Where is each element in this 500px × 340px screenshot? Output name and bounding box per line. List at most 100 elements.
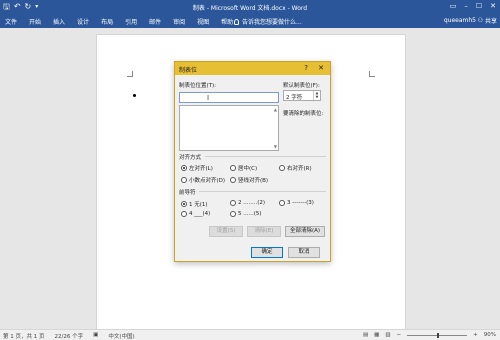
align-decimal-radio[interactable]: 小数点对齐(D) — [181, 176, 225, 184]
maximize-icon[interactable]: ☐ — [476, 2, 482, 11]
ribbon-tabs: 文件 开始 插入 设计 布局 引用 邮件 审阅 视图 帮助 — [5, 17, 245, 26]
ribbon-display-icon[interactable]: ▭ — [450, 2, 457, 11]
tab-review[interactable]: 审阅 — [173, 17, 185, 26]
default-tab-label: 默认制表位(F): — [283, 83, 320, 89]
leader-dots-label: 2 ........(2) — [238, 200, 266, 206]
radio-icon — [181, 211, 187, 217]
person-icon: ⚇ — [477, 17, 483, 24]
default-tab-value: 2 字符 — [286, 95, 303, 101]
ribbon-tab-bar: 文件 开始 插入 设计 布局 引用 邮件 审阅 视图 帮助 告诉我您想要做什么.… — [0, 14, 500, 28]
window-title: 制表 - Microsoft Word 文档.docx - Word — [192, 5, 308, 12]
leader-underline-label: 4 ___(4) — [189, 211, 211, 217]
title-bar: 🖫 ↶ ↻ ▾ 制表 - Microsoft Word 文档.docx - Wo… — [0, 0, 500, 14]
page-count[interactable]: 第 1 页，共 1 页 — [3, 332, 45, 340]
read-mode-icon[interactable]: ▤ — [363, 332, 368, 338]
tab-layout[interactable]: 布局 — [101, 17, 113, 26]
language-indicator[interactable]: 中文(中国) — [108, 332, 134, 340]
spinner-buttons[interactable]: ▲ ▼ — [313, 91, 320, 100]
tab-home[interactable]: 开始 — [29, 17, 41, 26]
tab-insert[interactable]: 插入 — [53, 17, 65, 26]
leader-group-label: 前导符 — [179, 190, 196, 196]
zoom-out-icon[interactable]: − — [397, 332, 402, 338]
proofing-icon[interactable]: ▣ — [93, 332, 98, 340]
minimize-icon[interactable]: – — [464, 2, 468, 11]
paragraph-bullet — [133, 94, 136, 97]
share-label: 共享 — [484, 18, 497, 25]
share-button[interactable]: ⚇ 共享 — [478, 16, 497, 25]
leader-dashes-label: 3 -------(3) — [287, 200, 314, 206]
tab-view[interactable]: 视图 — [197, 17, 209, 26]
radio-selected-icon — [181, 165, 187, 171]
scroll-down-icon[interactable]: ▼ — [274, 144, 277, 149]
align-left-radio[interactable]: 左对齐(L) — [181, 164, 213, 172]
word-count[interactable]: 22/26 个字 — [55, 332, 84, 340]
zoom-slider[interactable] — [407, 332, 468, 338]
to-clear-label: 要清除的制表位: — [283, 111, 324, 117]
align-bar-radio[interactable]: 竖线对齐(B) — [230, 176, 268, 184]
dialog-title: 制表位 — [179, 67, 198, 74]
text-cursor-icon: I — [207, 94, 210, 102]
print-layout-icon[interactable]: ▦ — [374, 332, 379, 338]
lightbulb-icon — [234, 18, 239, 25]
tab-position-label: 制表位位置(T): — [179, 83, 217, 89]
tell-me-text: 告诉我您想要做什么... — [242, 19, 302, 26]
window-controls: ▭ – ☐ ✕ — [450, 2, 496, 11]
radio-icon — [230, 211, 236, 217]
close-icon[interactable]: ✕ — [490, 2, 496, 11]
tab-help[interactable]: 帮助 — [221, 17, 233, 26]
status-right: ▤ ▦ ▥ − + 90% — [363, 332, 496, 338]
leader-none-label: 1 无(1) — [189, 202, 208, 208]
clear-all-button[interactable]: 全部清除(A) — [285, 226, 325, 237]
tab-mailings[interactable]: 邮件 — [149, 17, 161, 26]
leader-divider — [199, 191, 326, 192]
close-icon[interactable]: ✕ — [318, 64, 324, 72]
radio-icon — [230, 165, 236, 171]
radio-selected-icon — [181, 201, 187, 207]
align-right-radio[interactable]: 右对齐(R) — [279, 164, 312, 172]
status-left: 第 1 页，共 1 页 22/26 个字 ▣ 中文(中国) — [3, 332, 135, 340]
zoom-level[interactable]: 90% — [484, 332, 496, 338]
tabs-dialog: 制表位 ? ✕ 制表位位置(T): I ▲ ▼ 默认制表位(F): 2 字符 ▲… — [174, 61, 331, 262]
alignment-group-label: 对齐方式 — [179, 155, 202, 161]
ok-button[interactable]: 确定 — [251, 247, 283, 258]
zoom-slider-knob[interactable] — [437, 332, 440, 338]
zoom-in-icon[interactable]: + — [473, 332, 478, 338]
dialog-title-bar: 制表位 ? ✕ — [175, 62, 330, 75]
radio-icon — [279, 200, 285, 206]
tab-position-input[interactable]: I — [179, 92, 279, 103]
leader-dashes-radio[interactable]: 3 -------(3) — [279, 200, 314, 206]
radio-icon — [230, 200, 236, 206]
leader-dots-radio[interactable]: 2 ........(2) — [230, 200, 265, 206]
spin-down-icon[interactable]: ▼ — [314, 95, 320, 99]
align-center-radio[interactable]: 居中(C) — [230, 164, 257, 172]
radio-icon — [230, 177, 236, 183]
corner-mark-top-right — [369, 71, 375, 77]
radio-icon — [181, 177, 187, 183]
align-center-label: 居中(C) — [238, 166, 258, 172]
clear-button[interactable]: 清除(E) — [247, 226, 281, 237]
set-button[interactable]: 设置(S) — [209, 226, 243, 237]
leader-middle-dots-radio[interactable]: 5 ......(5) — [230, 211, 262, 217]
cancel-button[interactable]: 取消 — [288, 247, 320, 258]
tab-design[interactable]: 设计 — [77, 17, 89, 26]
leader-none-radio[interactable]: 1 无(1) — [181, 200, 208, 208]
align-left-label: 左对齐(L) — [189, 166, 213, 172]
align-bar-label: 竖线对齐(B) — [238, 178, 269, 184]
leader-underline-radio[interactable]: 4 ___(4) — [181, 211, 210, 217]
corner-mark-top-left — [127, 71, 133, 77]
user-name[interactable]: queeamh5 — [444, 17, 476, 24]
leader-middle-dots-label: 5 ......(5) — [238, 211, 262, 217]
tab-position-list[interactable]: ▲ ▼ — [179, 105, 279, 151]
status-bar: 第 1 页，共 1 页 22/26 个字 ▣ 中文(中国) ▤ ▦ ▥ − + … — [0, 329, 500, 340]
scroll-up-icon[interactable]: ▲ — [274, 107, 277, 112]
radio-icon — [279, 165, 285, 171]
default-tab-spinner[interactable]: 2 字符 ▲ ▼ — [283, 90, 321, 101]
alignment-divider — [205, 156, 326, 157]
help-icon[interactable]: ? — [304, 64, 308, 72]
tab-file[interactable]: 文件 — [5, 17, 17, 26]
web-layout-icon[interactable]: ▥ — [385, 332, 390, 338]
align-right-label: 右对齐(R) — [287, 166, 312, 172]
align-decimal-label: 小数点对齐(D) — [189, 178, 226, 184]
tell-me-box[interactable]: 告诉我您想要做什么... — [234, 17, 302, 26]
tab-references[interactable]: 引用 — [125, 17, 137, 26]
